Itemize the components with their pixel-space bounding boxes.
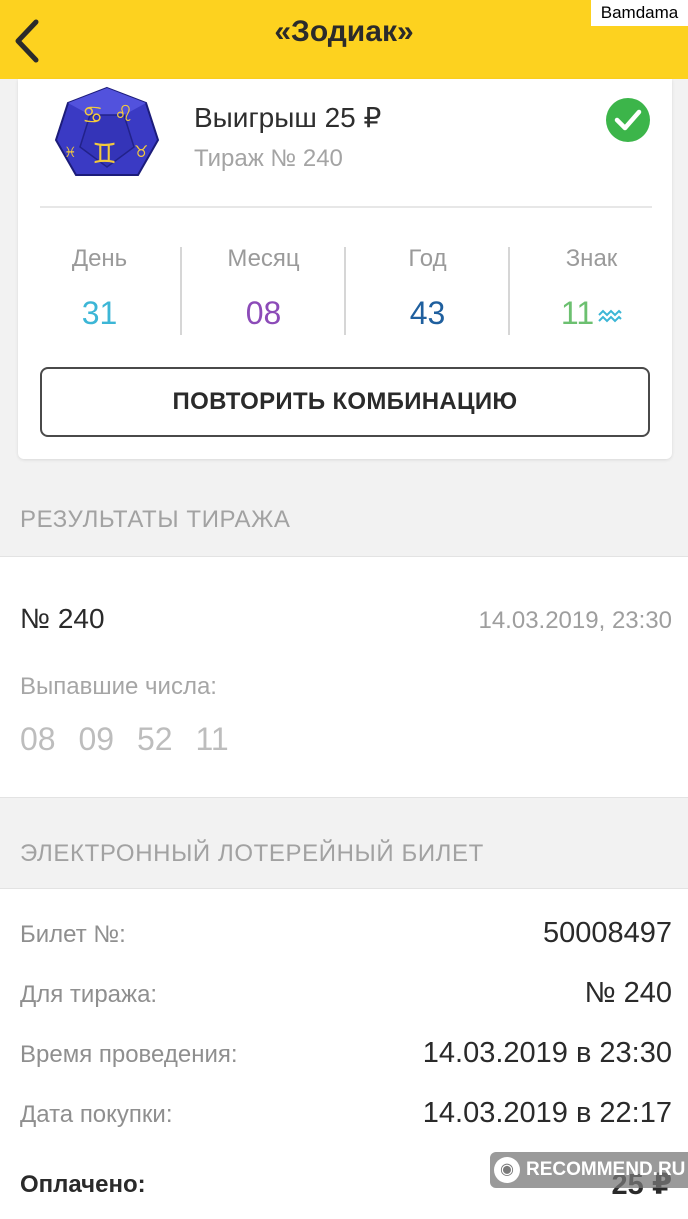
watermark-badge: ◉ RECOMMEND.RU <box>490 1152 688 1188</box>
svg-text:♉: ♉ <box>134 142 148 161</box>
paid-label: Оплачено: <box>20 1171 146 1198</box>
combo-month: Месяц 08 <box>182 239 345 339</box>
combo-value: 31 <box>81 295 118 331</box>
draw-datetime: 14.03.2019, 23:30 <box>478 607 672 634</box>
drawn-numbers-label: Выпавшие числа: <box>20 673 217 700</box>
combo-sign: Знак 11 <box>510 239 673 339</box>
draw-time-value: 14.03.2019 в 23:30 <box>422 1037 672 1069</box>
section-header-results: РЕЗУЛЬТАТЫ ТИРАЖА <box>20 506 291 533</box>
drawn-number: 11 <box>195 721 229 757</box>
drawn-number: 52 <box>136 721 173 757</box>
combo-label: Месяц <box>227 245 300 272</box>
purchase-date-value: 14.03.2019 в 22:17 <box>422 1097 672 1129</box>
recommend-logo-icon: ◉ <box>494 1156 520 1183</box>
aquarius-icon <box>598 309 622 322</box>
combo-label: Год <box>408 245 447 272</box>
svg-text:♋: ♋ <box>82 101 104 129</box>
combo-value: 08 <box>245 295 282 331</box>
combo-value: 43 <box>409 295 446 331</box>
combo-value-row: 11 <box>510 295 673 332</box>
draw-number: № 240 <box>20 603 105 634</box>
ticket-card: ♋ ♌ ♊ ♉ ♓ Выигрыш 25 ₽ Тираж № 240 День … <box>18 79 672 459</box>
svg-text:♊: ♊ <box>92 137 117 170</box>
svg-text:♌: ♌ <box>114 102 134 127</box>
repeat-combination-button[interactable]: ПОВТОРИТЬ КОМБИНАЦИЮ <box>40 367 650 437</box>
watermark-label: Bamdama <box>591 0 688 26</box>
zodiac-dice-icon: ♋ ♌ ♊ ♉ ♓ <box>54 86 160 176</box>
drawn-number: 08 <box>20 721 56 757</box>
ticket-number-value: 50008497 <box>542 917 672 949</box>
check-circle-icon <box>606 98 650 142</box>
draw-for-value: № 240 <box>584 977 672 1009</box>
section-header-e-ticket: ЭЛЕКТРОННЫЙ ЛОТЕРЕЙНЫЙ БИЛЕТ <box>20 840 484 867</box>
watermark-text: RECOMMEND.RU <box>526 1159 686 1180</box>
svg-text:♓: ♓ <box>64 145 77 161</box>
divider <box>40 206 652 208</box>
combo-year: Год 43 <box>346 239 509 339</box>
combo-day: День 31 <box>18 239 181 339</box>
draw-number: Тираж № 240 <box>194 145 343 172</box>
combo-label: Знак <box>565 245 618 272</box>
app-header: «Зодиак» Bamdama <box>0 0 688 79</box>
combo-label: День <box>71 245 128 272</box>
ticket-number-label: Билет №: <box>20 921 126 948</box>
results-panel: № 240 14.03.2019, 23:30 Выпавшие числа: … <box>0 556 688 798</box>
purchase-date-label: Дата покупки: <box>20 1101 173 1128</box>
drawn-number: 09 <box>78 721 115 757</box>
draw-for-label: Для тиража: <box>20 981 158 1008</box>
combo-value: 11 <box>560 295 595 331</box>
draw-time-label: Время проведения: <box>20 1041 238 1068</box>
page-title: «Зодиак» <box>274 15 414 48</box>
win-amount: Выигрыш 25 ₽ <box>194 102 382 133</box>
drawn-numbers: 08 09 52 11 <box>20 721 229 758</box>
